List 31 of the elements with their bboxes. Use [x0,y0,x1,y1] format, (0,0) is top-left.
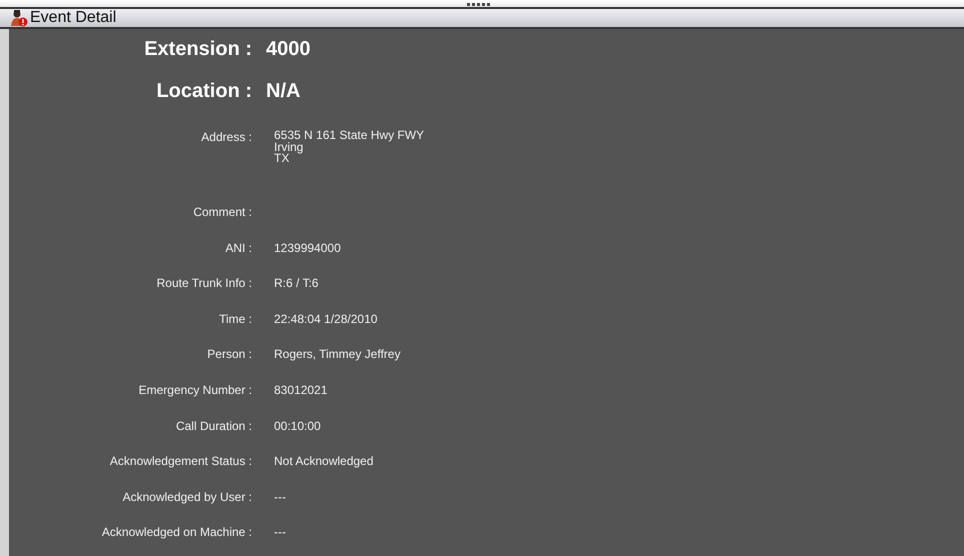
field-label: Time : [218,312,252,326]
field-label: Extension : [143,38,252,61]
field-label: Person : [206,347,252,362]
field-value: --- [274,525,286,540]
field-value: 83012021 [274,382,328,397]
field-label: Emergency Number : [138,382,252,397]
field-value: 4000 [266,38,310,60]
address-line: TX [274,153,290,164]
field-value: 1239994000 [274,240,341,255]
field-value: --- [274,490,286,504]
field-label: Location : [155,80,252,103]
person-alert-icon [10,9,28,27]
address-line: Irving [274,142,304,153]
field-value: N/A [266,80,300,102]
field-value: R:6 / T:6 [274,276,318,290]
field-label: Acknowledged by User : [122,490,252,504]
field-value: 00:10:00 [274,418,321,433]
grip-icon [467,3,493,7]
field-label: Comment : [192,205,252,219]
field-label: Call Duration : [174,418,252,433]
address-line: 6535 N 161 State Hwy FWY [274,130,424,142]
field-label: Route Trunk Info : [156,276,252,290]
field-label: ANI : [224,240,252,255]
field-label: Address : [200,130,252,144]
field-value: Not Acknowledged [274,454,374,468]
field-value: 22:48:04 1/28/2010 [274,312,378,326]
window-title: Event Detail [30,9,116,27]
splitter-bar[interactable] [0,0,964,9]
field-value: Rogers, Timmey Jeffrey [274,347,400,362]
field-label: Acknowledgement Status : [108,454,252,468]
field-label: Acknowledged on Machine : [100,525,252,540]
